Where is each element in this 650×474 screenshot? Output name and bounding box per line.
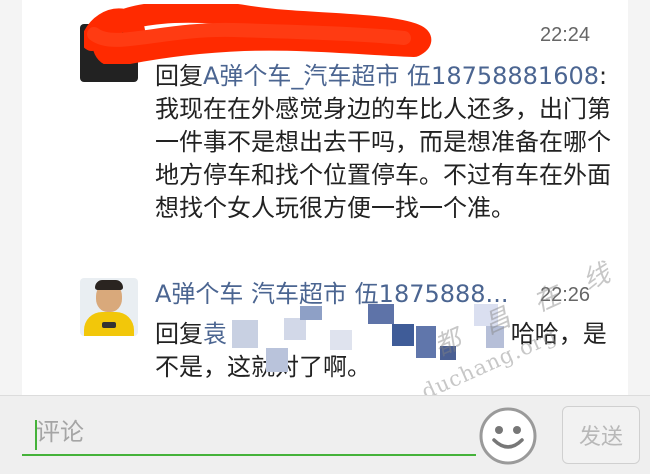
reply-target-link[interactable]: 袁 <box>203 320 227 348</box>
mosaic-block <box>232 320 258 348</box>
mosaic-block <box>486 326 504 348</box>
commenter-avatar-2[interactable] <box>80 278 138 336</box>
comment-time-2: 22:26 <box>540 284 591 306</box>
text-cursor <box>35 420 37 450</box>
comment-body-2: 回复袁: 哈哈，是不是，这就对了啊。 <box>155 318 615 384</box>
mosaic-block <box>368 304 394 324</box>
right-gutter <box>628 0 650 395</box>
commenter-name-2[interactable]: A弹个车 汽车超市 伍1875888... <box>155 278 515 311</box>
comment-input[interactable] <box>22 410 476 456</box>
mosaic-block <box>416 326 436 358</box>
emoji-button[interactable] <box>478 406 538 466</box>
mosaic-block <box>392 324 414 346</box>
comment-input-bar: 发送 <box>0 395 650 474</box>
mosaic-block <box>440 346 456 360</box>
reply-target-link[interactable]: A弹个车_汽车超市 伍18758881608 <box>203 62 599 90</box>
comment-body-1: 回复A弹个车_汽车超市 伍18758881608: 我现在在外感觉身边的车比人还… <box>155 60 615 225</box>
smiley-face-icon <box>479 407 537 465</box>
left-gutter <box>0 0 22 395</box>
mosaic-block <box>330 330 352 350</box>
avatar-hair <box>95 280 123 290</box>
mosaic-block <box>300 306 322 320</box>
mosaic-block <box>284 318 306 340</box>
comment-time-1: 22:24 <box>540 24 591 46</box>
reply-prefix: 回复 <box>155 320 203 348</box>
mosaic-block <box>474 304 498 326</box>
mosaic-block <box>266 348 288 372</box>
reply-prefix: 回复 <box>155 62 203 90</box>
send-button[interactable]: 发送 <box>562 406 640 464</box>
avatar-shirt <box>84 312 134 336</box>
redaction-scribble <box>84 4 432 64</box>
